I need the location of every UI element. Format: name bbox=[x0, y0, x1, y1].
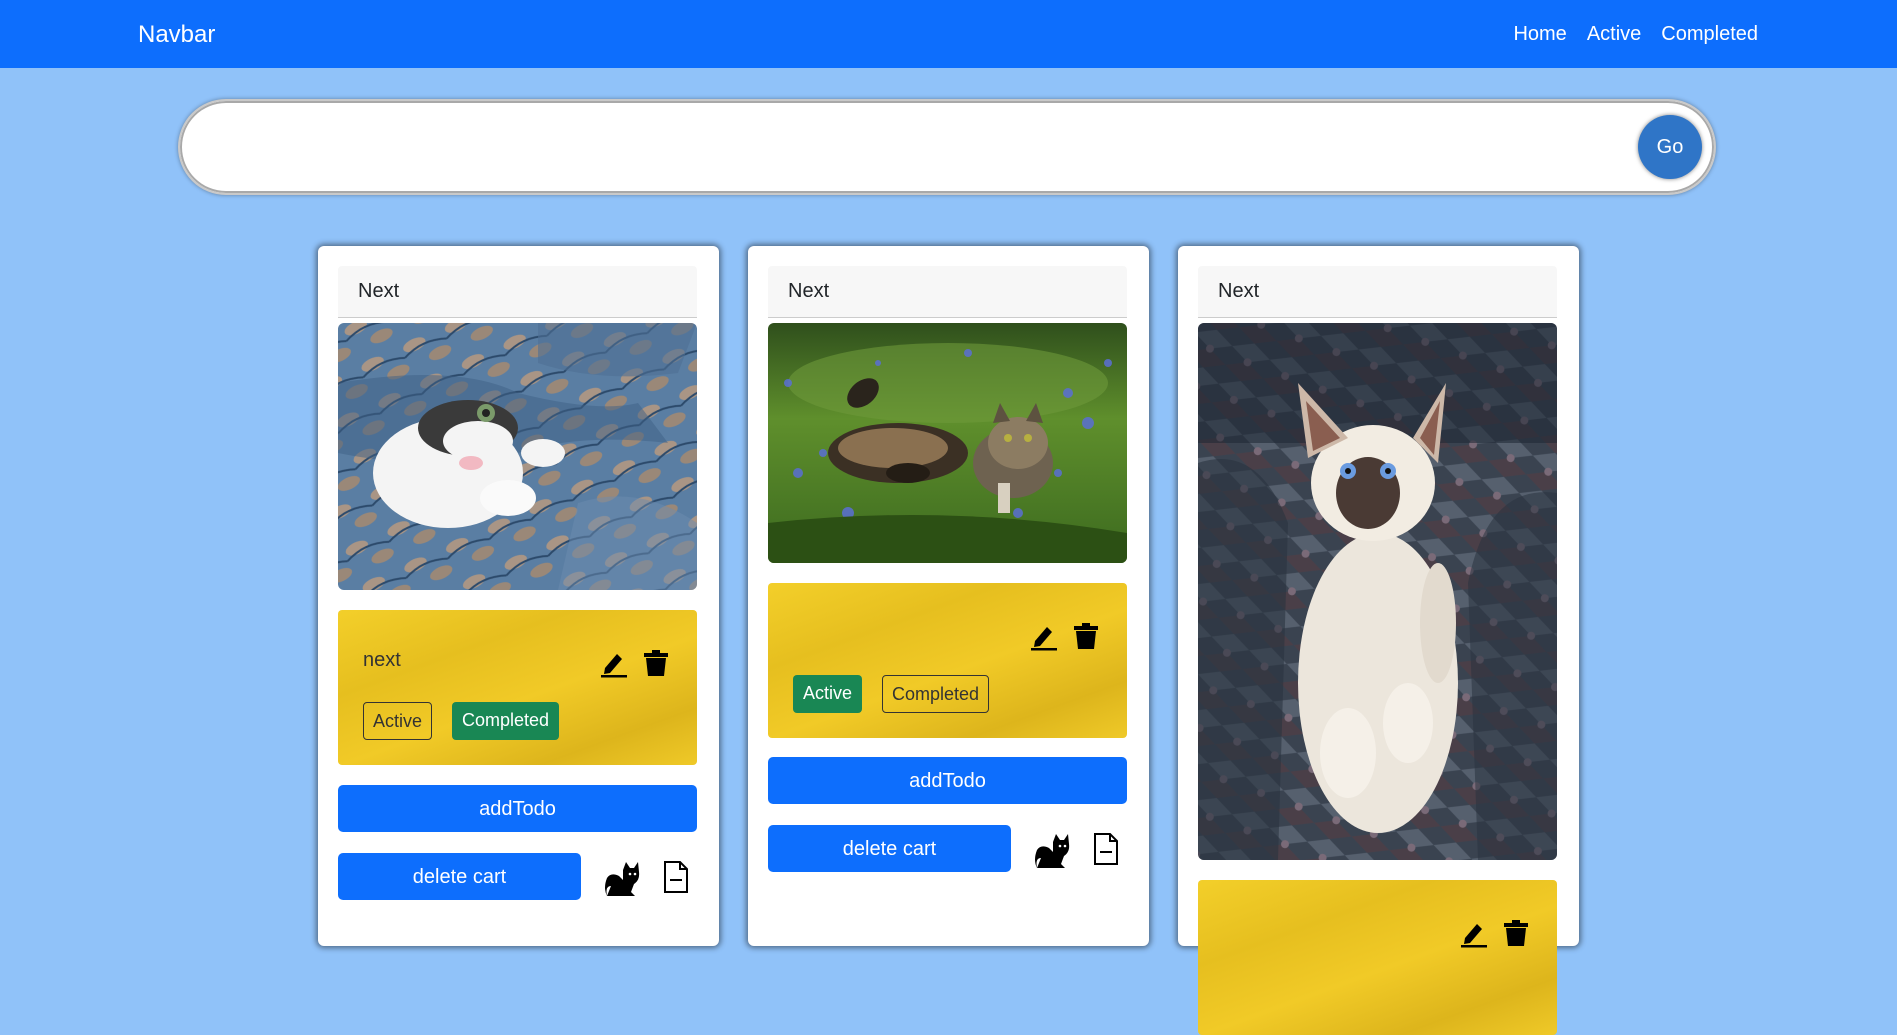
card-header: Next bbox=[1198, 266, 1557, 318]
badge-completed[interactable]: Completed bbox=[882, 675, 989, 713]
delete-cart-button[interactable]: delete cart bbox=[338, 853, 581, 900]
cat-icon[interactable] bbox=[601, 858, 641, 898]
nav-link-active[interactable]: Active bbox=[1587, 23, 1641, 46]
search-input[interactable] bbox=[220, 123, 1584, 173]
trash-icon[interactable] bbox=[644, 650, 668, 676]
badge-active[interactable]: Active bbox=[793, 675, 862, 713]
todo-card-3: Next bbox=[1178, 246, 1579, 1035]
cat-icon[interactable] bbox=[1031, 830, 1071, 870]
delete-cart-button[interactable]: delete cart bbox=[768, 825, 1011, 872]
file-minus-icon[interactable] bbox=[1093, 832, 1119, 866]
cat-photo bbox=[768, 323, 1127, 563]
nav-links: Home Active Completed bbox=[1513, 23, 1758, 46]
edit-icon[interactable] bbox=[601, 650, 627, 678]
add-todo-button[interactable]: addTodo bbox=[338, 785, 697, 832]
search-bar: Go bbox=[178, 99, 1716, 195]
file-minus-icon[interactable] bbox=[663, 860, 689, 894]
trash-icon[interactable] bbox=[1504, 920, 1528, 946]
nav-link-home[interactable]: Home bbox=[1513, 23, 1566, 46]
card-header: Next bbox=[768, 266, 1127, 318]
todo-item bbox=[1198, 880, 1557, 1035]
badge-completed[interactable]: Completed bbox=[452, 702, 559, 740]
todo-card-2: Next Active Completed addTodo delete car… bbox=[748, 246, 1149, 946]
trash-icon[interactable] bbox=[1074, 623, 1098, 649]
cat-photo bbox=[1198, 323, 1557, 860]
todo-item: next Active Completed bbox=[338, 610, 697, 765]
add-todo-button[interactable]: addTodo bbox=[768, 757, 1127, 804]
nav-link-completed[interactable]: Completed bbox=[1661, 23, 1758, 46]
todo-item: Active Completed bbox=[768, 583, 1127, 738]
go-button[interactable]: Go bbox=[1638, 115, 1702, 179]
cat-photo bbox=[338, 323, 697, 590]
card-header: Next bbox=[338, 266, 697, 318]
todo-card-1: Next next Active Completed addTodo delet… bbox=[318, 246, 719, 946]
navbar-brand[interactable]: Navbar bbox=[138, 21, 215, 49]
navbar: Navbar Home Active Completed bbox=[0, 0, 1897, 68]
todo-text: next bbox=[363, 649, 401, 671]
edit-icon[interactable] bbox=[1461, 920, 1487, 948]
edit-icon[interactable] bbox=[1031, 623, 1057, 651]
badge-active[interactable]: Active bbox=[363, 702, 432, 740]
